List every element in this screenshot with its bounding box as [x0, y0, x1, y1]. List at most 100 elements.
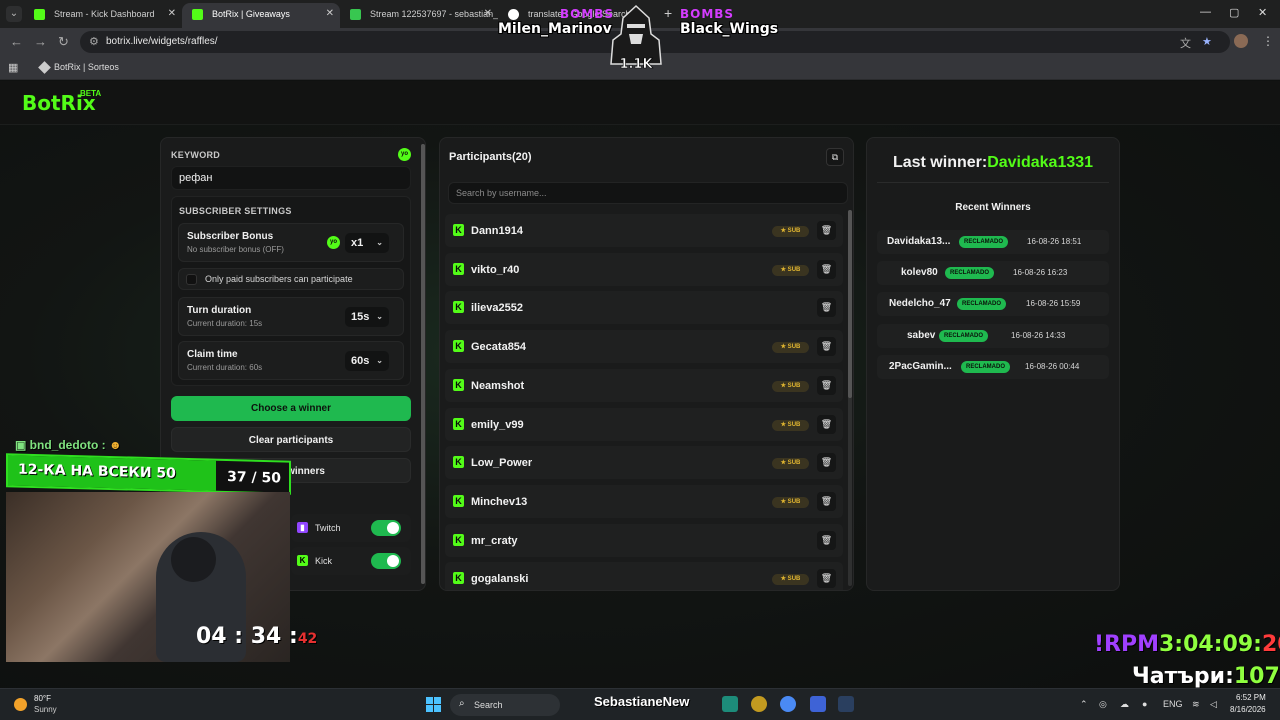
subscriber-bonus-row: Subscriber Bonus No subscriber bonus (OF… — [178, 223, 404, 262]
keyword-label: KEYWORD — [171, 150, 221, 160]
clock-time[interactable]: 6:52 PM — [1236, 693, 1266, 702]
twitch-icon: ▮ — [297, 522, 308, 533]
twitch-toggle[interactable] — [371, 520, 401, 536]
participant-row: K Low_Power ★ SUB 🗑 — [445, 446, 843, 480]
trash-icon[interactable]: 🗑 — [817, 569, 836, 589]
claim-title: Claim time — [187, 349, 238, 360]
app-icon[interactable] — [751, 696, 767, 712]
apps-grid-icon[interactable]: ▦ — [8, 61, 18, 74]
taskbar-search[interactable]: ⌕ Search — [450, 694, 560, 716]
paid-only-checkbox[interactable] — [186, 274, 197, 285]
wifi-icon[interactable]: ≋ — [1192, 699, 1200, 710]
window-close-icon[interactable]: ✕ — [1258, 6, 1267, 19]
bookmark-star-icon[interactable]: ★ — [1202, 35, 1212, 48]
sub-badge: ★ SUB — [772, 264, 809, 276]
recent-winner-row: Nedelcho_47 RECLAMADO 16-08-26 15:59 — [877, 292, 1109, 317]
close-icon[interactable]: ✕ — [484, 3, 492, 25]
minimize-icon[interactable]: — — [1200, 6, 1211, 18]
windows-start-icon[interactable] — [426, 697, 441, 712]
site-info-icon[interactable]: ⚙ — [89, 35, 99, 48]
claim-time-select[interactable]: 60s ⌄ — [345, 351, 389, 371]
scroll-thumb[interactable] — [421, 144, 425, 584]
tray-network-icon[interactable]: ☁ — [1120, 699, 1129, 710]
rpm-seconds: 20 — [1261, 632, 1280, 657]
trash-icon[interactable]: 🗑 — [817, 375, 836, 395]
trash-icon[interactable]: 🗑 — [817, 221, 836, 240]
winner-date: 16-08-26 18:51 — [1027, 237, 1082, 246]
sun-icon[interactable] — [14, 698, 27, 711]
sub-bonus-title: Subscriber Bonus — [187, 231, 274, 242]
close-icon[interactable]: ✕ — [326, 3, 334, 25]
botrix-favicon-icon — [192, 9, 203, 20]
participants-panel: Participants(20) ⧉ Search by username...… — [439, 137, 854, 591]
scroll-thumb[interactable] — [848, 210, 852, 398]
trash-icon[interactable]: 🗑 — [817, 298, 836, 318]
kick-icon: K — [453, 262, 464, 275]
chevron-down-icon: ⌄ — [376, 238, 383, 247]
twitch-label: Twitch — [315, 523, 341, 533]
reload-icon[interactable]: ↻ — [58, 34, 69, 50]
keyword-input[interactable]: рефан — [171, 166, 411, 190]
steam-icon[interactable] — [838, 696, 854, 712]
translate-icon[interactable]: 文 — [1180, 35, 1191, 51]
last-winner-label: Last winner: — [892, 154, 988, 171]
tray-app-icon[interactable]: ◎ — [1099, 699, 1107, 710]
tab-botrix-giveaways[interactable]: BotRix | Giveaways ✕ — [182, 3, 340, 28]
close-icon[interactable]: ✕ — [168, 3, 176, 25]
trash-icon[interactable]: 🗑 — [817, 453, 836, 473]
claim-value: 60s — [351, 355, 370, 367]
participant-row: K Neamshot ★ SUB 🗑 — [445, 368, 843, 402]
turn-duration-select[interactable]: 15s ⌄ — [345, 307, 389, 327]
trash-icon[interactable]: 🗑 — [817, 337, 836, 357]
participant-name: ilieva2552 — [471, 302, 523, 315]
menu-icon[interactable]: ⋮ — [1262, 34, 1274, 48]
paid-only-row[interactable]: Only paid subscribers can participate — [178, 268, 404, 290]
language-indicator[interactable]: ENG — [1163, 699, 1183, 709]
maximize-icon[interactable]: ▢ — [1229, 6, 1239, 19]
subscriber-settings-label: SUBSCRIBER SETTINGS — [179, 206, 292, 216]
chatri-label: Чатъри: — [1132, 664, 1234, 689]
trash-icon[interactable]: 🗑 — [817, 530, 836, 550]
participant-row: K Minchev13 ★ SUB 🗑 — [445, 484, 843, 518]
participant-name: Gecata854 — [471, 341, 527, 354]
tray-chevron-icon[interactable]: ⌃ — [1080, 699, 1088, 710]
choose-winner-button[interactable]: Choose a winner — [171, 396, 411, 421]
clock-date[interactable]: 8/16/2026 — [1230, 705, 1266, 714]
forward-icon[interactable]: → — [34, 34, 47, 49]
url-text: botrix.live/widgets/raffles/ — [106, 36, 218, 47]
site-header: BotRix BETA — [0, 81, 1280, 125]
trash-icon[interactable]: 🗑 — [817, 491, 836, 511]
chrome-icon[interactable] — [780, 696, 796, 712]
tab-stream[interactable]: Stream 122537697 - sebastian_ ✕ — [340, 3, 498, 28]
settings-scrollbar[interactable] — [421, 144, 425, 584]
participants-scrollbar[interactable] — [848, 210, 852, 586]
kick-label: Kick — [315, 556, 333, 566]
reclamado-badge: RECLAMADO — [945, 267, 994, 280]
volume-icon[interactable]: ◁ — [1210, 699, 1217, 710]
participant-name: emily_v99 — [471, 418, 524, 431]
sub-bonus-select[interactable]: x1 ⌄ — [345, 233, 389, 253]
mic-icon[interactable]: ● — [1142, 699, 1147, 709]
clear-participants-button[interactable]: Clear participants — [171, 427, 411, 452]
winner-name: 2PacGamin... — [889, 360, 952, 372]
app-icon[interactable] — [810, 696, 826, 712]
participant-search-input[interactable]: Search by username... — [448, 182, 848, 204]
kick-icon: K — [453, 494, 464, 507]
back-icon[interactable]: ← — [10, 34, 23, 49]
kick-icon: K — [453, 378, 464, 391]
winner-date: 16-08-26 15:59 — [1026, 299, 1081, 309]
trash-icon[interactable]: 🗑 — [817, 414, 836, 434]
tab-title: BotRix | Giveaways — [212, 9, 290, 19]
reclamado-badge: RECLAMADO — [959, 236, 1008, 248]
trash-icon[interactable]: 🗑 — [817, 259, 836, 279]
copy-icon[interactable]: ⧉ — [826, 148, 844, 166]
bookmark-botrix[interactable]: BotRix | Sorteos — [38, 61, 119, 74]
audio-app-icon[interactable] — [722, 696, 738, 712]
overlay-streamer-name: SebastianeNew — [594, 694, 690, 709]
tab-kick-dashboard[interactable]: Stream - Kick Dashboard ✕ — [24, 3, 182, 28]
kick-toggle[interactable] — [371, 553, 401, 569]
tab-search-icon[interactable]: ⌄ — [6, 6, 22, 22]
overlay-chat-user: ▣ bnd_dedoto : ☻ — [15, 438, 122, 452]
profile-avatar[interactable] — [1234, 34, 1248, 48]
emote-icon: ☻ — [109, 438, 122, 452]
